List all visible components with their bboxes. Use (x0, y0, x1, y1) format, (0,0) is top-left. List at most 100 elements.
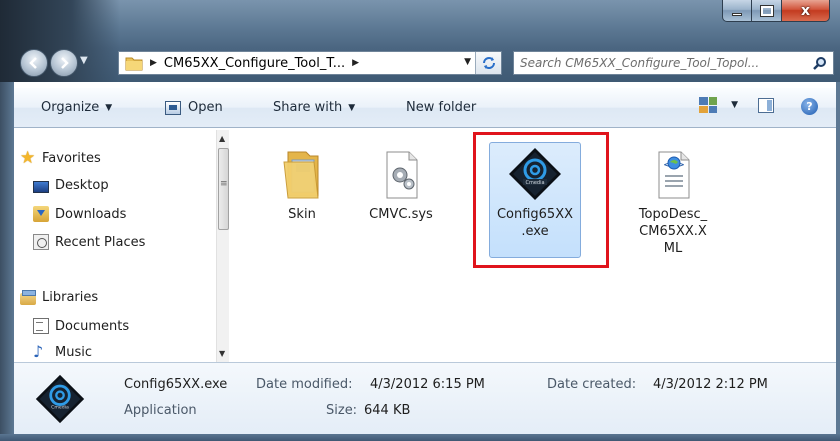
file-list-pane: Skin CMVC.sys Cmedia Config65XX .exe < >… (230, 130, 836, 362)
navpane-scrollbar[interactable]: ▲ ▼ (216, 130, 229, 362)
breadcrumb-trail-arrow-icon[interactable]: ▶ (352, 58, 359, 68)
search-box[interactable]: Search CM65XX_Configure_Tool_Topol... (513, 51, 834, 75)
nav-item-label: Libraries (42, 290, 99, 305)
maximize-icon (759, 4, 774, 17)
cmedia-app-icon: Cmedia (507, 146, 563, 202)
new-folder-button[interactable]: New folder (406, 100, 476, 115)
help-button[interactable]: ? (801, 98, 818, 115)
star-icon: ★ (20, 148, 36, 168)
file-item-skin[interactable]: Skin (252, 146, 352, 223)
file-item-cmvc-sys[interactable]: CMVC.sys (351, 146, 451, 223)
address-dropdown-icon[interactable]: ▼ (464, 57, 471, 67)
change-view-button[interactable]: ▼ (699, 97, 738, 113)
open-button[interactable]: Open (165, 100, 223, 115)
nav-item-downloads[interactable]: Downloads (33, 206, 126, 222)
nav-item-music[interactable]: ♪ Music (33, 344, 92, 360)
window-frame-bottom (0, 434, 840, 441)
navigation-pane: ★ Favorites Desktop Downloads Recent Pla… (14, 130, 229, 362)
nav-item-recent-places[interactable]: Recent Places (33, 234, 145, 250)
nav-item-label: Recent Places (55, 234, 146, 250)
nav-item-label: Favorites (42, 150, 101, 166)
chevron-down-icon: ▼ (731, 100, 738, 110)
nav-item-label: Music (55, 344, 92, 360)
chevron-down-icon: ▼ (105, 102, 113, 113)
file-name: Skin (288, 207, 316, 222)
new-folder-label: New folder (406, 100, 477, 115)
address-bar[interactable]: ▶ CM65XX_Configure_Tool_T... ▶ ▼ (118, 51, 502, 75)
views-icon (699, 97, 718, 113)
downloads-icon (33, 206, 49, 222)
organize-button[interactable]: Organize ▼ (41, 100, 112, 115)
date-modified-value: 4/3/2012 6:15 PM (370, 377, 485, 392)
recent-places-icon (33, 234, 49, 250)
cmedia-app-icon: Cmedia (34, 373, 86, 425)
nav-item-desktop[interactable]: Desktop (33, 178, 109, 193)
open-icon (165, 100, 181, 115)
search-icon[interactable] (812, 56, 828, 72)
arrow-left-icon (29, 57, 37, 69)
back-button[interactable] (20, 49, 48, 77)
preview-pane-button[interactable] (758, 98, 774, 113)
nav-item-label: Documents (55, 318, 130, 334)
folder-icon (125, 55, 143, 71)
share-with-button[interactable]: Share with ▼ (273, 100, 355, 115)
nav-item-favorites[interactable]: ★ Favorites (20, 148, 101, 168)
breadcrumb-path[interactable]: CM65XX_Configure_Tool_T... (164, 56, 345, 71)
open-label: Open (188, 100, 223, 115)
file-name-line2: .exe (521, 224, 549, 239)
size-value: 644 KB (364, 403, 411, 418)
nav-item-label: Downloads (55, 206, 127, 222)
svg-text:Cmedia: Cmedia (51, 404, 69, 410)
svg-text:Cmedia: Cmedia (525, 180, 544, 186)
scrollbar-thumb[interactable] (218, 148, 229, 230)
forward-button[interactable] (50, 49, 78, 77)
desktop-icon (33, 180, 49, 193)
minimize-button[interactable] (722, 0, 752, 22)
nav-item-label: Desktop (55, 178, 109, 193)
system-file-icon (373, 146, 429, 202)
file-name: CMVC.sys (369, 207, 433, 222)
navigation-row: ▼ ▶ CM65XX_Configure_Tool_T... ▶ ▼ Searc… (14, 47, 834, 79)
documents-icon (33, 318, 49, 334)
command-bar: Organize ▼ Open Share with ▼ New folder … (14, 88, 836, 128)
file-name-line2: CM65XX.X (639, 224, 707, 239)
minimize-icon (732, 13, 742, 16)
window-frame-left (0, 82, 14, 434)
refresh-button[interactable] (475, 52, 501, 74)
search-input[interactable]: Search CM65XX_Configure_Tool_Topol... (520, 56, 800, 70)
arrow-right-icon (61, 57, 69, 69)
date-created-label: Date created: (547, 377, 637, 392)
close-button[interactable]: x (782, 0, 830, 22)
folder-icon (274, 146, 330, 202)
nav-item-documents[interactable]: Documents (33, 318, 129, 334)
date-created-value: 4/3/2012 2:12 PM (653, 377, 768, 392)
window-frame-right (836, 82, 840, 434)
scroll-down-icon[interactable]: ▼ (219, 349, 225, 358)
details-file-type: Application (124, 403, 197, 418)
file-name-line1: TopoDesc_ (638, 207, 708, 222)
organize-label: Organize (41, 100, 100, 115)
file-name-line3: ML (663, 241, 683, 256)
window-controls: x (722, 0, 830, 24)
title-bar: x ▼ ▶ CM65XX_Configure_Tool_T... ▶ ▼ Sea… (0, 0, 840, 82)
breadcrumb-separator-icon: ▶ (150, 58, 157, 68)
details-filename: Config65XX.exe (124, 377, 228, 392)
details-pane: Cmedia Config65XX.exe Application Date m… (14, 362, 836, 434)
recent-pages-dropdown-icon[interactable]: ▼ (80, 55, 88, 66)
close-icon: x (800, 2, 811, 19)
chevron-down-icon: ▼ (348, 102, 356, 113)
maximize-button[interactable] (752, 0, 782, 22)
date-modified-label: Date modified: (256, 377, 353, 392)
refresh-icon (482, 57, 495, 69)
preview-pane-icon (758, 98, 774, 113)
nav-item-libraries[interactable]: Libraries (20, 289, 99, 305)
file-item-config65xx-exe[interactable]: Cmedia Config65XX .exe (485, 146, 585, 240)
music-icon: ♪ (33, 342, 44, 361)
xml-file-icon: < > (645, 146, 701, 202)
help-icon: ? (801, 98, 818, 115)
share-with-label: Share with (273, 100, 343, 115)
libraries-icon (20, 289, 36, 305)
file-item-topodesc-xml[interactable]: < > TopoDesc_ CM65XX.X ML (623, 146, 723, 257)
scroll-up-icon[interactable]: ▲ (219, 134, 225, 143)
size-label: Size: (326, 403, 358, 418)
